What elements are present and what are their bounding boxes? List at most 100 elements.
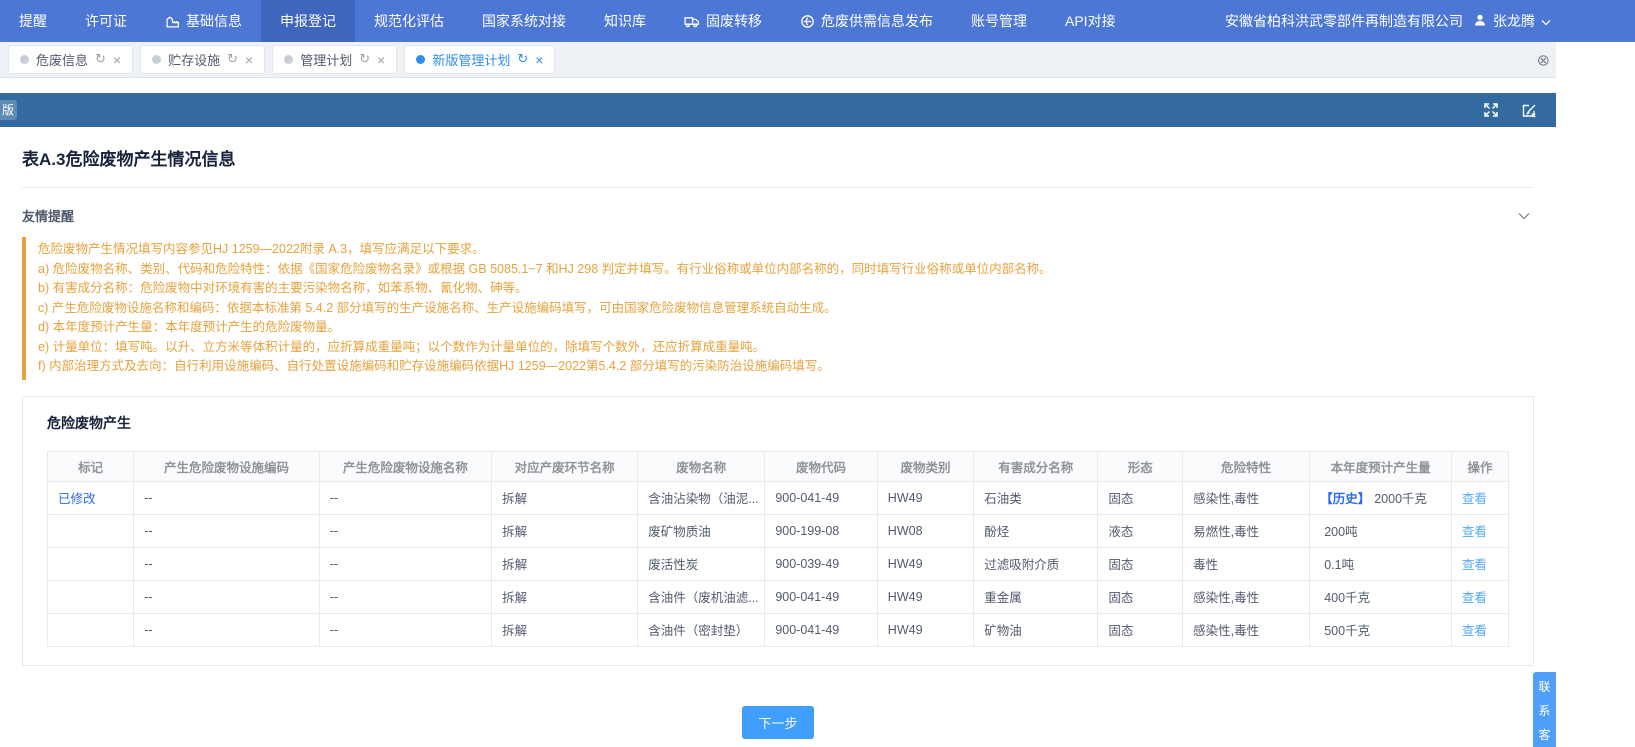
table-row: -- -- 拆解 含油件（密封垫） 900-041-49 HW49 矿物油 固态…	[48, 613, 1509, 646]
content-area: 表A.3危险废物产生情况信息 友情提醒 危险废物产生情况填写内容参见HJ 125…	[0, 127, 1556, 747]
tab-bar: 危废信息 ↻ × 贮存设施 ↻ × 管理计划 ↻ × 新版管理计划 ↻ × ⊗	[0, 42, 1556, 78]
notice-line: b) 有害成分名称：危险废物中对环境有害的主要污染物名称，如苯系物、氰化物、砷等…	[38, 279, 1534, 299]
version-tag[interactable]: 版	[0, 100, 17, 120]
cell-waste-name: 含油件（废机油滤...	[638, 580, 765, 613]
nav-item-national-system[interactable]: 国家系统对接	[463, 0, 585, 42]
nav-item-api[interactable]: API对接	[1046, 0, 1135, 42]
cell-waste-name: 含油件（密封垫）	[638, 613, 765, 646]
modified-mark-link[interactable]: 已修改	[58, 492, 96, 506]
truck-icon	[684, 14, 700, 28]
tab-management-plan[interactable]: 管理计划 ↻ ×	[272, 45, 397, 74]
tab-new-management-plan[interactable]: 新版管理计划 ↻ ×	[404, 45, 555, 74]
reminder-title: 友情提醒	[22, 206, 74, 225]
refresh-icon[interactable]: ↻	[517, 52, 528, 67]
cell-form: 液态	[1098, 514, 1183, 547]
next-step-button[interactable]: 下一步	[742, 706, 813, 739]
contact-service-button[interactable]: 联系客服	[1533, 672, 1556, 747]
cell-qty: 500千克	[1324, 624, 1370, 638]
view-link[interactable]: 查看	[1462, 558, 1487, 572]
refresh-icon[interactable]: ↻	[95, 52, 106, 67]
close-icon[interactable]: ×	[377, 53, 385, 67]
col-header: 标记	[48, 451, 134, 481]
cell-stage: 拆解	[492, 580, 638, 613]
chevron-down-icon[interactable]	[1518, 212, 1530, 220]
cell-waste-code: 900-041-49	[765, 481, 877, 514]
view-link[interactable]: 查看	[1462, 591, 1487, 605]
cell-harmful-component: 矿物油	[974, 613, 1098, 646]
nav-right: 安徽省柏科洪武零部件再制造有限公司 张龙腾	[1225, 0, 1551, 42]
close-icon[interactable]: ×	[113, 53, 121, 67]
col-header: 本年度预计产生量	[1310, 451, 1452, 481]
close-icon[interactable]: ×	[245, 53, 253, 67]
cell-harmful-component: 过滤吸附介质	[974, 547, 1098, 580]
nav-item-declaration[interactable]: 申报登记	[261, 0, 355, 42]
tab-label: 贮存设施	[168, 50, 220, 69]
col-header: 操作	[1451, 451, 1508, 481]
close-all-tabs-icon[interactable]: ⊗	[1537, 50, 1550, 69]
notice-line: d) 本年度预计产生量：本年度预计产生的危险废物量。	[38, 318, 1534, 338]
cell-qty: 0.1吨	[1324, 558, 1354, 572]
factory-icon	[165, 14, 180, 29]
nav-item-knowledge-base[interactable]: 知识库	[585, 0, 665, 42]
tab-status-dot	[284, 55, 293, 64]
nav-item-label: 固废转移	[706, 11, 762, 31]
nav-item-label: 规范化评估	[374, 11, 444, 31]
col-header: 产生危险废物设施名称	[319, 451, 491, 481]
view-link[interactable]: 查看	[1462, 492, 1487, 506]
notice-line: a) 危险废物名称、类别、代码和危险特性：依据《国家危险废物名录》或根据 GB …	[38, 260, 1534, 280]
nav-item-label: 许可证	[85, 11, 127, 31]
cell-stage: 拆解	[492, 613, 638, 646]
tab-label: 管理计划	[300, 50, 352, 69]
cell-stage: 拆解	[492, 514, 638, 547]
table-header-row: 标记 产生危险废物设施编码 产生危险废物设施名称 对应产废环节名称 废物名称 废…	[48, 451, 1509, 481]
cell-stage: 拆解	[492, 481, 638, 514]
view-link[interactable]: 查看	[1462, 624, 1487, 638]
close-icon[interactable]: ×	[535, 53, 543, 67]
nav-item-waste-transfer[interactable]: 固废转移	[665, 0, 781, 42]
edit-cancel-icon[interactable]	[1520, 101, 1538, 119]
cell-facility-name: --	[319, 481, 491, 514]
cell-hazard: 感染性,毒性	[1183, 481, 1310, 514]
tab-label: 新版管理计划	[432, 50, 510, 69]
reminder-header[interactable]: 友情提醒	[22, 188, 1534, 237]
nav-item-standard-eval[interactable]: 规范化评估	[355, 0, 463, 42]
refresh-icon[interactable]: ↻	[359, 52, 370, 67]
nav-item-basic-info[interactable]: 基础信息	[146, 0, 261, 42]
cell-waste-category: HW49	[877, 481, 973, 514]
nav-item-supply-demand-publish[interactable]: 危废供需信息发布	[781, 0, 952, 42]
cell-waste-code: 900-041-49	[765, 613, 877, 646]
table-row: 已修改 -- -- 拆解 含油沾染物（油泥... 900-041-49 HW49…	[48, 481, 1509, 514]
history-tag[interactable]: 【历史】	[1320, 492, 1370, 506]
nav-item-reminder[interactable]: 提醒	[0, 0, 66, 42]
cell-form: 固态	[1098, 580, 1183, 613]
cell-form: 固态	[1098, 481, 1183, 514]
user-menu[interactable]: 张龙腾	[1473, 11, 1551, 31]
section-header-bar: 版	[0, 93, 1556, 127]
table-row: -- -- 拆解 废矿物质油 900-199-08 HW08 酚烃 液态 易燃性…	[48, 514, 1509, 547]
cell-facility-name: --	[319, 547, 491, 580]
cell-hazard: 感染性,毒性	[1183, 613, 1310, 646]
cell-facility-code: --	[134, 481, 320, 514]
waste-generation-section: 危险废物产生 标记 产生危险废物设施编码 产生危险废物设施名称 对应产废环节名称…	[22, 396, 1534, 666]
cell-facility-name: --	[319, 514, 491, 547]
cell-facility-code: --	[134, 613, 320, 646]
section-title: 危险废物产生	[47, 413, 1509, 433]
notice-line: e) 计量单位：填写吨。以升、立方米等体积计量的，应折算成重量吨；以个数作为计量…	[38, 338, 1534, 358]
tab-storage-facility[interactable]: 贮存设施 ↻ ×	[140, 45, 265, 74]
fullscreen-icon[interactable]	[1482, 101, 1500, 119]
nav-items: 提醒 许可证 基础信息 申报登记 规范化评估 国家系统对接 知识库 固废转移 危…	[0, 0, 1225, 42]
refresh-icon[interactable]: ↻	[227, 52, 238, 67]
top-nav: 提醒 许可证 基础信息 申报登记 规范化评估 国家系统对接 知识库 固废转移 危…	[0, 0, 1635, 42]
cell-waste-name: 废矿物质油	[638, 514, 765, 547]
view-link[interactable]: 查看	[1462, 525, 1487, 539]
cell-waste-code: 900-199-08	[765, 514, 877, 547]
nav-item-account[interactable]: 账号管理	[952, 0, 1046, 42]
nav-item-license[interactable]: 许可证	[66, 0, 146, 42]
nav-item-label: 危废供需信息发布	[821, 11, 933, 31]
cell-qty: 2000千克	[1374, 492, 1427, 506]
table-row: -- -- 拆解 含油件（废机油滤... 900-041-49 HW49 重金属…	[48, 580, 1509, 613]
tab-waste-info[interactable]: 危废信息 ↻ ×	[8, 45, 133, 74]
cell-qty: 400千克	[1324, 591, 1370, 605]
nav-item-label: 基础信息	[186, 11, 242, 31]
cell-waste-category: HW49	[877, 547, 973, 580]
